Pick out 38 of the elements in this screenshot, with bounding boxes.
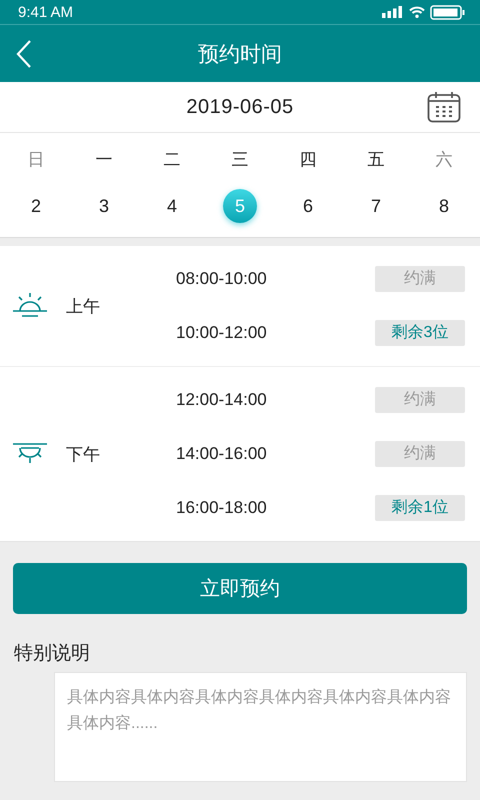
notes-field[interactable]: 具体内容具体内容具体内容具体内容具体内容具体内容具体内容...... bbox=[54, 672, 467, 782]
day-button[interactable]: 6 bbox=[291, 189, 325, 223]
time-slot: 10:00-12:00 bbox=[176, 323, 267, 343]
time-slot: 16:00-18:00 bbox=[176, 498, 267, 518]
availability-badge: 剩余3位 bbox=[375, 320, 465, 346]
book-now-button[interactable]: 立即预约 bbox=[13, 563, 467, 614]
time-slot: 14:00-16:00 bbox=[176, 444, 267, 464]
status-time: 9:41 AM bbox=[18, 4, 74, 20]
availability-badge: 剩余1位 bbox=[375, 495, 465, 521]
weekday-label: 四 bbox=[300, 149, 316, 171]
session-label: 上午 bbox=[66, 296, 100, 318]
page-title: 预约时间 bbox=[198, 42, 282, 68]
weekday-label: 二 bbox=[164, 149, 180, 171]
wifi-icon bbox=[409, 6, 425, 18]
availability-badge: 约满 bbox=[375, 266, 465, 292]
session-label: 下午 bbox=[66, 444, 100, 466]
time-slot: 08:00-10:00 bbox=[176, 269, 267, 289]
notes-label: 特别说明 bbox=[14, 642, 91, 666]
weekday-label: 日 bbox=[28, 149, 44, 171]
battery-icon bbox=[430, 4, 466, 20]
day-button[interactable]: 4 bbox=[155, 189, 189, 223]
day-button[interactable]: 2 bbox=[19, 189, 53, 223]
back-icon bbox=[16, 40, 32, 68]
calendar-icon[interactable] bbox=[427, 91, 461, 123]
day-button[interactable]: 8 bbox=[427, 189, 461, 223]
signal-icon bbox=[382, 6, 404, 18]
availability-badge: 约满 bbox=[375, 387, 465, 413]
sunset-icon bbox=[13, 442, 47, 466]
weekday-label: 三 bbox=[232, 149, 248, 171]
availability-badge: 约满 bbox=[375, 441, 465, 467]
weekday-label: 五 bbox=[368, 149, 384, 171]
day-button[interactable]: 7 bbox=[359, 189, 393, 223]
weekday-label: 一 bbox=[96, 149, 112, 171]
time-slot: 12:00-14:00 bbox=[176, 390, 267, 410]
weekday-label: 六 bbox=[436, 149, 452, 171]
selected-date: 2019-06-05 bbox=[186, 96, 294, 118]
day-button[interactable]: 3 bbox=[87, 189, 121, 223]
sunrise-icon bbox=[13, 293, 47, 319]
